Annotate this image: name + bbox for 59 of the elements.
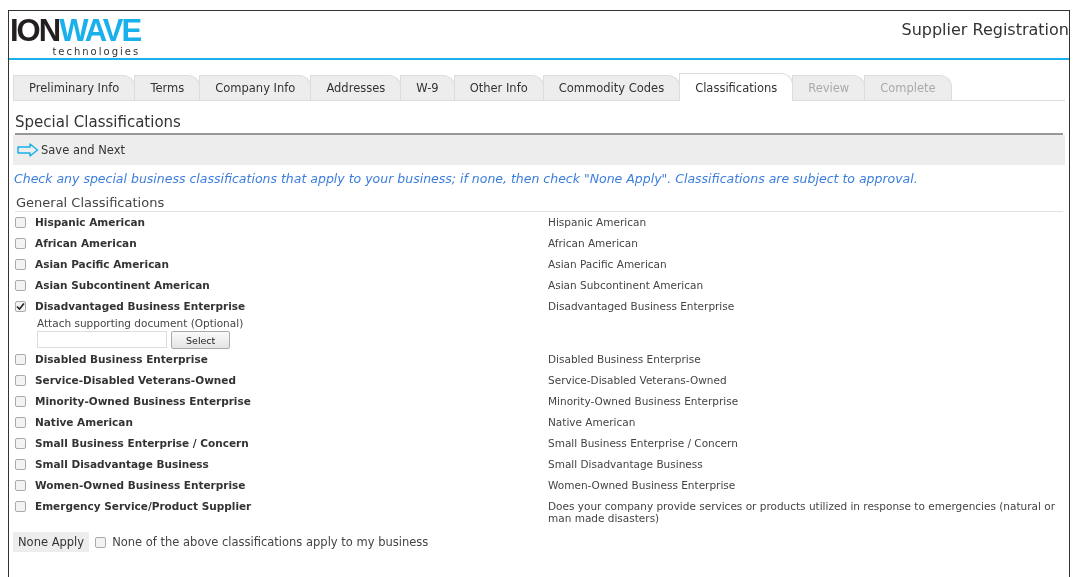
classification-description: Hispanic American <box>548 216 648 230</box>
classification-description: Service-Disabled Veterans-Owned <box>548 374 728 388</box>
classification-label: Hispanic American <box>35 216 145 228</box>
tab[interactable]: Preliminary Info <box>13 75 136 100</box>
classification-description: Minority-Owned Business Enterprise <box>548 395 740 409</box>
none-apply-label: None of the above classifications apply to my business <box>112 535 429 549</box>
checkbox[interactable] <box>15 374 26 386</box>
checkbox[interactable] <box>15 437 26 449</box>
checkbox[interactable] <box>15 479 26 491</box>
classification-label: Service-Disabled Veterans-Owned <box>35 374 236 386</box>
classification-label: Women-Owned Business Enterprise <box>35 479 246 491</box>
instructions-text: Check any special business classifications that apply to your business; if none, then check "None Apply". Classifications are subject to approval. <box>14 171 919 186</box>
classification-label: Disabled Business Enterprise <box>35 353 208 365</box>
select-button[interactable]: Select <box>171 331 231 349</box>
checkbox[interactable] <box>15 279 26 291</box>
checkbox[interactable] <box>95 536 107 548</box>
classification-label: African American <box>35 237 137 249</box>
company-logo: IONWAVE technologies <box>10 15 141 57</box>
checkbox[interactable] <box>15 237 26 249</box>
save-and-next-button[interactable]: Save and Next <box>17 143 125 157</box>
checkbox[interactable] <box>15 416 26 428</box>
file-input-field[interactable] <box>37 331 167 348</box>
arrow-right-icon <box>17 143 39 157</box>
classification-label: Small Disadvantage Business <box>35 458 209 470</box>
checkbox[interactable] <box>15 458 26 470</box>
checkbox[interactable] <box>15 216 26 228</box>
tab[interactable]: W-9 <box>400 75 455 100</box>
checkbox[interactable] <box>15 258 26 270</box>
tab[interactable]: Company Info <box>199 75 312 100</box>
classification-description: Small Disadvantage Business <box>548 458 704 472</box>
classification-description: Native American <box>548 416 637 430</box>
classification-label: Minority-Owned Business Enterprise <box>35 395 251 407</box>
tab[interactable]: Addresses <box>310 75 402 100</box>
classification-label: Small Business Enterprise / Concern <box>35 437 249 449</box>
group-title: General Classifications <box>15 195 1063 212</box>
classification-label: Native American <box>35 416 133 428</box>
attach-label: Attach supporting document (Optional) <box>37 317 245 329</box>
classification-description: Small Business Enterprise / Concern <box>548 437 739 451</box>
classification-label: Emergency Service/Product Supplier <box>35 500 252 512</box>
tab[interactable]: Other Info <box>453 75 544 100</box>
classification-description: Disadvantaged Business Enterprise <box>548 300 736 314</box>
classification-description: Disabled Business Enterprise <box>548 353 702 367</box>
classification-description: Does your company provide services or products utilized in response to emergencies (natural or man made disasters) <box>548 500 1056 524</box>
classification-description: Women-Owned Business Enterprise <box>548 479 737 493</box>
checkbox[interactable] <box>15 353 26 365</box>
classification-label: Disadvantaged Business Enterprise <box>35 300 246 312</box>
page-title: Supplier Registration <box>901 20 1069 39</box>
tab[interactable]: Commodity Codes <box>542 75 681 100</box>
none-apply-button[interactable]: None Apply <box>13 532 90 552</box>
tab[interactable]: Classifications <box>679 73 794 101</box>
classification-description: Asian Pacific American <box>548 258 668 272</box>
tab[interactable]: Terms <box>134 75 201 100</box>
checkbox[interactable] <box>15 500 26 512</box>
classification-label: Asian Pacific American <box>35 258 169 270</box>
classification-description: African American <box>548 237 639 251</box>
checkbox[interactable] <box>15 300 26 312</box>
checkbox[interactable] <box>15 395 26 407</box>
classification-description: Asian Subcontinent American <box>548 279 705 293</box>
classification-label: Asian Subcontinent American <box>35 279 210 291</box>
